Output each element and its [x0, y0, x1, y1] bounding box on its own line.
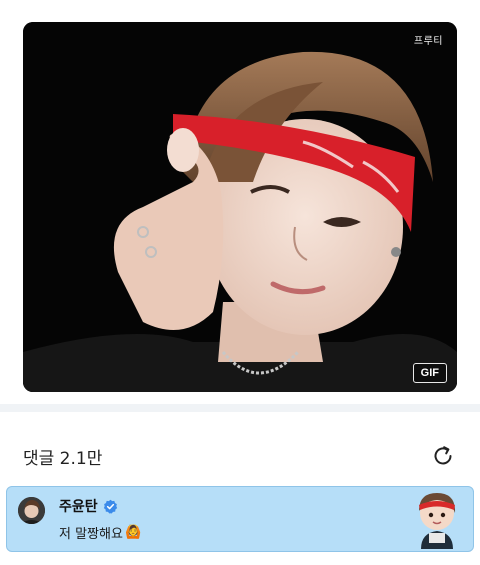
comment-author-row: 주윤탄 [59, 496, 118, 516]
gif-media[interactable]: 프루티 GIF [23, 22, 457, 392]
avatar[interactable] [18, 497, 45, 524]
gif-badge: GIF [412, 363, 447, 383]
comment-text: 저 말짱해요 🙆 [59, 523, 141, 542]
section-divider [0, 404, 480, 412]
comments-header: 댓글 2.1만 [23, 440, 457, 472]
character-sticker [419, 493, 456, 549]
watermark-label: 프루티 [413, 36, 443, 47]
verified-check-icon [103, 499, 117, 513]
comment-body: 저 말짱해요 [59, 527, 123, 542]
comment-card[interactable]: 주윤탄 저 말짱해요 🙆 [6, 486, 474, 552]
comment-author-name[interactable]: 주윤탄 [59, 496, 98, 516]
refresh-icon [434, 446, 452, 465]
avatar-image [18, 497, 45, 524]
refresh-button[interactable] [429, 442, 457, 470]
gif-image [23, 22, 457, 392]
comments-count-title: 댓글 2.1만 [23, 448, 103, 469]
comment-emoji: 🙆 [124, 525, 142, 540]
